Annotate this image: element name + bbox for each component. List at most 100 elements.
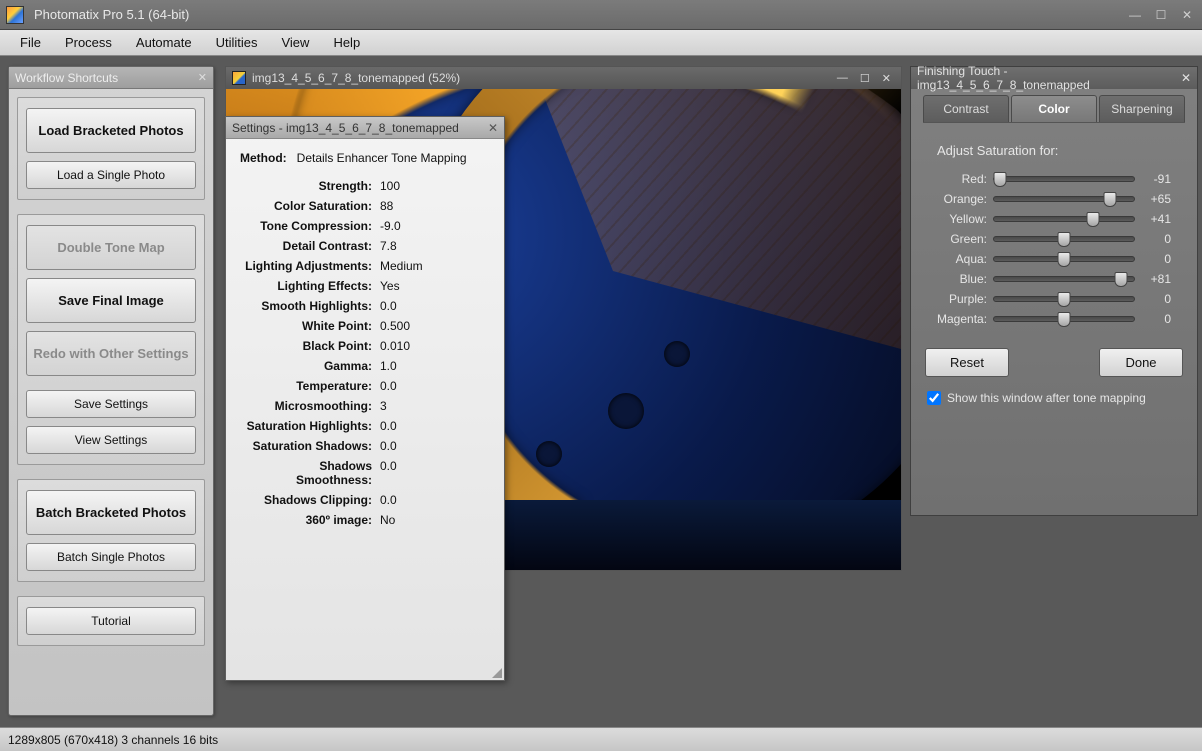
settings-title: Settings - img13_4_5_6_7_8_tonemapped: [232, 121, 459, 135]
finishing-body: Adjust Saturation for: Red: -91 Orange:+65…: [923, 122, 1185, 338]
settings-row-label: Strength:: [240, 179, 380, 193]
settings-row-label: Shadows Smoothness:: [240, 459, 380, 487]
saturation-row: Purple: 0: [937, 292, 1171, 306]
settings-row-value: 3: [380, 399, 387, 413]
saturation-slider[interactable]: [993, 236, 1135, 242]
saturation-slider[interactable]: [993, 296, 1135, 302]
tab-color[interactable]: Color: [1011, 95, 1097, 122]
settings-resize-grip[interactable]: [492, 668, 502, 678]
saturation-row: Red: -91: [937, 172, 1171, 186]
show-window-checkbox[interactable]: [927, 391, 941, 405]
slider-thumb[interactable]: [1058, 232, 1071, 247]
workflow-group-tutorial: Tutorial: [17, 596, 205, 646]
close-button[interactable]: ✕: [1178, 6, 1196, 24]
minimize-button[interactable]: —: [1126, 6, 1144, 24]
settings-row: Microsmoothing:3: [240, 399, 490, 413]
saturation-row: Aqua:0: [937, 252, 1171, 266]
document-icon: [232, 71, 246, 85]
settings-row-label: Black Point:: [240, 339, 380, 353]
saturation-name: Purple:: [937, 292, 993, 306]
menu-help[interactable]: Help: [321, 31, 372, 54]
settings-method-value: Details Enhancer Tone Mapping: [297, 151, 467, 165]
settings-method-label: Method:: [240, 151, 287, 165]
settings-row: Saturation Highlights:0.0: [240, 419, 490, 433]
workflow-panel-close-icon[interactable]: ✕: [198, 71, 207, 84]
finishing-title: Finishing Touch - img13_4_5_6_7_8_tonema…: [917, 64, 1181, 92]
saturation-slider[interactable]: [993, 216, 1135, 222]
finishing-section-label: Adjust Saturation for:: [937, 143, 1171, 158]
saturation-value: 0: [1135, 292, 1171, 306]
settings-row-value: 0.0: [380, 439, 397, 453]
settings-row-value: 88: [380, 199, 393, 213]
slider-thumb[interactable]: [1086, 212, 1099, 227]
settings-row: Black Point:0.010: [240, 339, 490, 353]
settings-row-value: 0.0: [380, 493, 397, 507]
settings-row-value: Medium: [380, 259, 423, 273]
document-window-controls: — ☐ ✕: [833, 72, 895, 85]
save-final-image-button[interactable]: Save Final Image: [26, 278, 196, 323]
tab-sharpening[interactable]: Sharpening: [1099, 95, 1185, 122]
batch-bracketed-button[interactable]: Batch Bracketed Photos: [26, 490, 196, 535]
load-bracketed-button[interactable]: Load Bracketed Photos: [26, 108, 196, 153]
settings-close-icon[interactable]: ✕: [488, 121, 498, 135]
settings-row: Smooth Highlights:0.0: [240, 299, 490, 313]
tab-contrast[interactable]: Contrast: [923, 95, 1009, 122]
settings-row: Lighting Effects:Yes: [240, 279, 490, 293]
menu-automate[interactable]: Automate: [124, 31, 204, 54]
slider-thumb[interactable]: [1058, 312, 1071, 327]
settings-row-label: Saturation Highlights:: [240, 419, 380, 433]
save-settings-button[interactable]: Save Settings: [26, 390, 196, 418]
slider-thumb[interactable]: [994, 172, 1007, 187]
tutorial-button[interactable]: Tutorial: [26, 607, 196, 635]
saturation-row: Blue:+81: [937, 272, 1171, 286]
settings-row-value: 7.8: [380, 239, 397, 253]
settings-row: Strength:100: [240, 179, 490, 193]
slider-thumb[interactable]: [1058, 252, 1071, 267]
document-close-icon[interactable]: ✕: [878, 72, 895, 85]
settings-row-label: Smooth Highlights:: [240, 299, 380, 313]
saturation-name: Red:: [937, 172, 993, 186]
settings-row: Saturation Shadows:0.0: [240, 439, 490, 453]
view-settings-button[interactable]: View Settings: [26, 426, 196, 454]
menu-utilities[interactable]: Utilities: [204, 31, 270, 54]
document-titlebar[interactable]: img13_4_5_6_7_8_tonemapped (52%) — ☐ ✕: [226, 67, 901, 89]
slider-thumb[interactable]: [1103, 192, 1116, 207]
settings-row-value: -9.0: [380, 219, 401, 233]
saturation-slider[interactable]: [993, 196, 1135, 202]
settings-row-value: 0.0: [380, 379, 397, 393]
workflow-panel-header[interactable]: Workflow Shortcuts ✕: [9, 67, 213, 89]
menu-view[interactable]: View: [269, 31, 321, 54]
saturation-name: Green:: [937, 232, 993, 246]
reset-button[interactable]: Reset: [925, 348, 1009, 377]
finishing-close-icon[interactable]: ✕: [1181, 71, 1191, 85]
saturation-value: -91: [1135, 172, 1171, 186]
batch-single-button[interactable]: Batch Single Photos: [26, 543, 196, 571]
settings-row-label: Gamma:: [240, 359, 380, 373]
settings-titlebar[interactable]: Settings - img13_4_5_6_7_8_tonemapped ✕: [226, 117, 504, 139]
finishing-titlebar[interactable]: Finishing Touch - img13_4_5_6_7_8_tonema…: [911, 67, 1197, 89]
saturation-slider[interactable]: [993, 256, 1135, 262]
document-title: img13_4_5_6_7_8_tonemapped (52%): [252, 71, 460, 85]
settings-body: Method: Details Enhancer Tone Mapping St…: [226, 139, 504, 543]
done-button[interactable]: Done: [1099, 348, 1183, 377]
load-single-button[interactable]: Load a Single Photo: [26, 161, 196, 189]
saturation-slider[interactable]: [993, 276, 1135, 282]
saturation-value: 0: [1135, 232, 1171, 246]
workflow-group-batch: Batch Bracketed Photos Batch Single Phot…: [17, 479, 205, 582]
menu-process[interactable]: Process: [53, 31, 124, 54]
document-maximize-icon[interactable]: ☐: [856, 72, 874, 85]
saturation-row: Yellow:+41: [937, 212, 1171, 226]
document-minimize-icon[interactable]: —: [833, 72, 852, 85]
settings-row-value: Yes: [380, 279, 400, 293]
slider-thumb[interactable]: [1058, 292, 1071, 307]
slider-thumb[interactable]: [1114, 272, 1127, 287]
saturation-value: +81: [1135, 272, 1171, 286]
saturation-slider[interactable]: [993, 176, 1135, 182]
saturation-slider[interactable]: [993, 316, 1135, 322]
menu-file[interactable]: File: [8, 31, 53, 54]
show-window-checkbox-row[interactable]: Show this window after tone mapping: [911, 387, 1197, 415]
maximize-button[interactable]: ☐: [1152, 6, 1170, 24]
saturation-row: Orange:+65: [937, 192, 1171, 206]
show-window-label: Show this window after tone mapping: [947, 391, 1146, 405]
settings-row-label: Temperature:: [240, 379, 380, 393]
